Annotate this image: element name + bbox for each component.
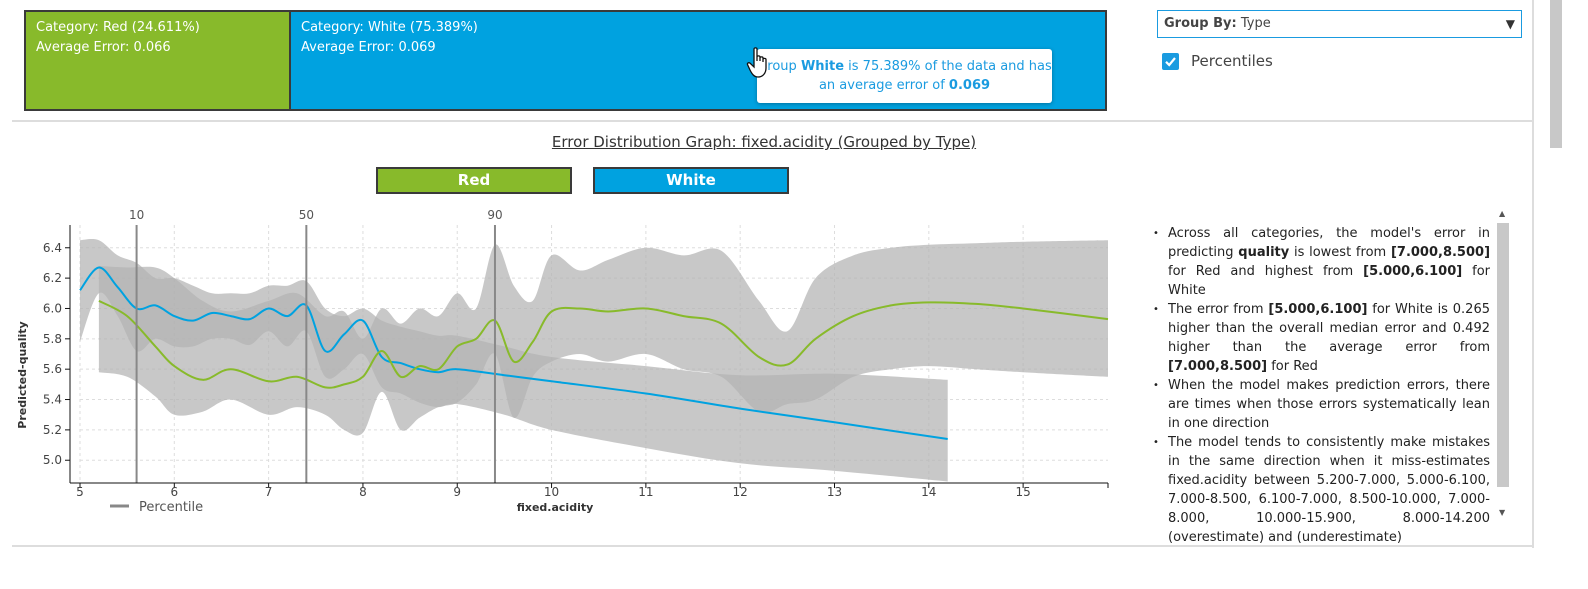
hand-cursor-icon (746, 47, 767, 78)
y-tick-label: 6.0 (43, 301, 62, 315)
dropdown-arrow-icon: ▼ (1505, 17, 1515, 31)
x-tick-label: 11 (638, 485, 653, 499)
x-tick-label: 6 (170, 485, 178, 499)
y-tick-label: 5.8 (43, 332, 62, 346)
percentiles-checkbox[interactable] (1162, 52, 1179, 70)
legend-button-red[interactable]: Red (376, 167, 572, 194)
insights-scrollbar[interactable] (1497, 223, 1509, 487)
category-red-title: Category: Red (24.611%) (36, 20, 200, 35)
tooltip-text-2: is 75.389% of the data and has an averag… (818, 59, 1052, 93)
x-tick-label: 5 (76, 485, 84, 499)
x-tick-label: 9 (453, 485, 461, 499)
tooltip-error: 0.069 (948, 78, 991, 93)
insights-panel: Across all categories, the model's error… (1150, 224, 1490, 547)
percentiles-label: Percentiles (1191, 52, 1273, 70)
category-white-title: Category: White (75.389%) (301, 20, 478, 35)
legend-button-white[interactable]: White (593, 167, 789, 194)
x-tick-label: 8 (359, 485, 367, 499)
tooltip-group: White (800, 59, 845, 74)
insight-item: Across all categories, the model's error… (1150, 224, 1490, 300)
insight-item: The error from [5.000,6.100] for White i… (1150, 300, 1490, 376)
insights-list: Across all categories, the model's error… (1150, 224, 1490, 547)
scroll-down-icon[interactable]: ▼ (1499, 508, 1505, 517)
x-tick-label: 13 (827, 485, 842, 499)
category-tooltip: Group White is 75.389% of the data and h… (757, 49, 1052, 103)
percentile-label: 10 (129, 208, 144, 222)
section-divider (12, 120, 1534, 122)
chart-title: Error Distribution Graph: fixed.acidity … (551, 133, 977, 151)
category-red-error: Average Error: 0.066 (36, 40, 171, 55)
percentile-label: 90 (487, 208, 502, 222)
y-tick-label: 5.2 (43, 423, 62, 437)
insight-item: The model tends to consistently make mis… (1150, 433, 1490, 547)
y-tick-label: 5.0 (43, 453, 62, 467)
page-scrollbar[interactable] (1550, 0, 1562, 148)
scroll-up-icon[interactable]: ▲ (1499, 209, 1505, 218)
x-axis-label: fixed.acidity (517, 501, 594, 514)
panel-border (1532, 0, 1534, 548)
checkmark-icon (1165, 56, 1176, 67)
group-by-label: Group By: (1164, 16, 1237, 31)
error-distribution-chart: 10 50 90 5 6 7 8 9 10 11 12 13 14 15 5.0 5.2 5.4 5.6 5.8 6… (16, 208, 1109, 515)
category-red[interactable]: Category: Red (24.611%) Average Error: 0… (26, 12, 291, 109)
x-tick-label: 10 (544, 485, 559, 499)
y-tick-label: 5.6 (43, 362, 62, 376)
percentile-label: 50 (299, 208, 314, 222)
insight-item: When the model makes prediction errors, … (1150, 376, 1490, 433)
y-tick-label: 6.2 (43, 271, 62, 285)
y-tick-label: 6.4 (43, 241, 62, 255)
group-by-value: Type (1240, 16, 1271, 31)
x-tick-label: 14 (921, 485, 936, 499)
x-tick-label: 12 (733, 485, 748, 499)
x-tick-label: 7 (265, 485, 273, 499)
y-tick-label: 5.4 (43, 393, 62, 407)
percentile-legend-label: Percentile (139, 500, 203, 515)
y-axis-label: Predicted-quality (16, 321, 29, 428)
percentiles-toggle[interactable]: Percentiles (1162, 52, 1273, 70)
confidence-bands (80, 239, 1108, 482)
group-by-select[interactable]: Group By: Type ▼ (1157, 10, 1522, 38)
x-tick-label: 15 (1015, 485, 1030, 499)
